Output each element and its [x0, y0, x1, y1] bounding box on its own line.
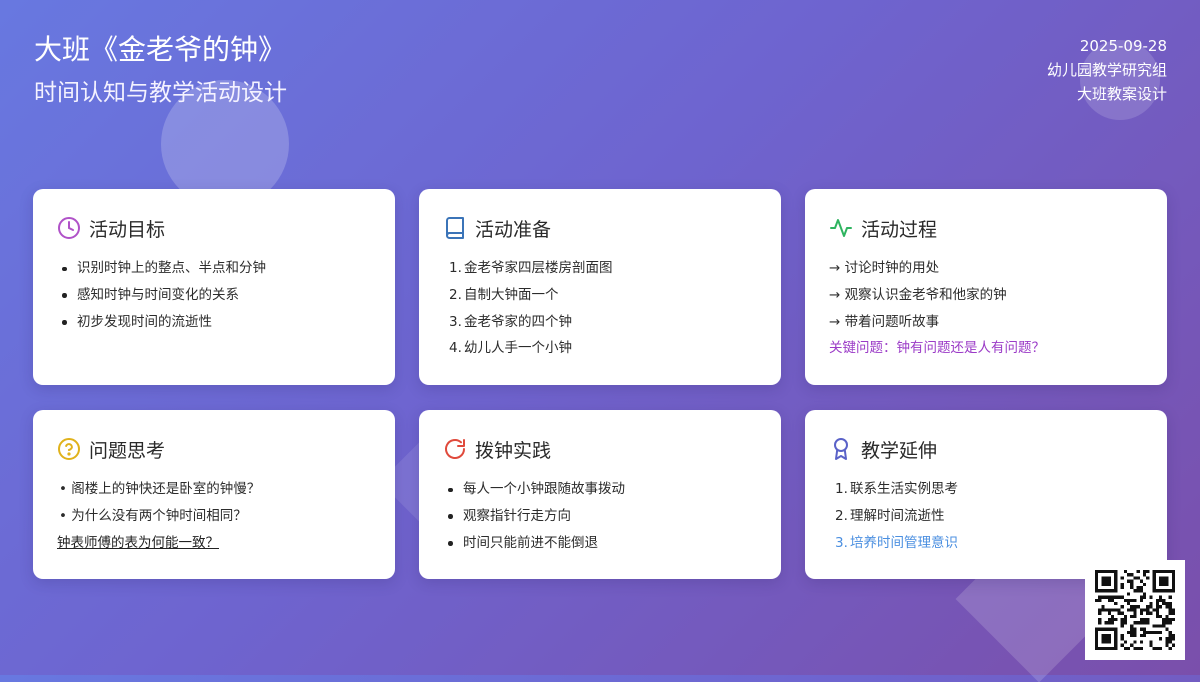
list-item: 时间只能前进不能倒退 [443, 530, 757, 557]
card-goals: 活动目标 识别时钟上的整点、半点和分钟 感知时钟与时间变化的关系 初步发现时间的… [33, 189, 395, 385]
list-item: 1. 金老爷家四层楼房剖面图 [449, 260, 613, 276]
rotate-icon [443, 437, 467, 461]
list-item: → 讨论时钟的用处 [829, 260, 940, 276]
card-prep: 活动准备 1. 金老爷家四层楼房剖面图 2. 自制大钟面一个 3. 金老爷家的四个钟 … [419, 189, 781, 385]
list-item: 感知时钟与时间变化的关系 [57, 282, 371, 309]
book-icon [443, 216, 467, 240]
card-title: 活动过程 [861, 218, 938, 241]
list-item: • 为什么没有两个钟时间相同？ [59, 507, 247, 524]
award-icon [829, 437, 853, 461]
list-item: 4. 幼儿人手一个小钟 [449, 340, 572, 357]
date-text: 2025-09-28 [1079, 37, 1167, 55]
card-title: 教学延伸 [861, 439, 938, 462]
list-item: 初步发现时间的流逝性 [57, 309, 371, 336]
list-item: 观察指针行走方向 [443, 503, 757, 530]
list-item: 2. 理解时间流逝性 [835, 507, 945, 524]
question-circle-icon [57, 437, 81, 461]
org-text: 幼儿园教学研究组 [1046, 61, 1167, 79]
process-list: → 讨论时钟的用处 → 观察认识金老爷和他家的钟 → 带着问题听故事 关键问题：… [829, 255, 1143, 362]
list-item: 1. 联系生活实例思考 [835, 481, 958, 497]
key-question: 关键问题：钟有问题还是人有问题？ [829, 340, 1045, 357]
card-process: 活动过程 → 讨论时钟的用处 → 观察认识金老爷和他家的钟 → 带着问题听故事 … [805, 189, 1167, 385]
card-practice: 拨钟实践 每人一个小钟跟随故事拨动 观察指针行走方向 时间只能前进不能倒退 [419, 410, 781, 579]
list-item: → 带着问题听故事 [829, 313, 940, 330]
list-item: 识别时钟上的整点、半点和分钟 [57, 255, 371, 282]
clock-icon [57, 216, 81, 240]
prep-list: 1. 金老爷家四层楼房剖面图 2. 自制大钟面一个 3. 金老爷家的四个钟 4. 幼儿人… [443, 255, 757, 362]
qr-code-icon [1085, 560, 1185, 660]
list-item: 每人一个小钟跟随故事拨动 [443, 476, 757, 503]
list-item-highlight: 3. 培养时间管理意识 [835, 534, 958, 551]
list-item: → 观察认识金老爷和他家的钟 [829, 286, 1007, 303]
page-title: 大班《金老爷的钟》 [34, 33, 287, 66]
question-link[interactable]: 钟表师傅的表为何能一致？ [57, 535, 219, 551]
page-subtitle: 时间认知与教学活动设计 [34, 80, 287, 106]
card-questions: 问题思考 • 阁楼上的钟快还是卧室的钟慢？ • 为什么没有两个钟时间相同？ 钟表… [33, 410, 395, 579]
list-item: 2. 自制大钟面一个 [449, 286, 559, 303]
list-item: • 阁楼上的钟快还是卧室的钟慢？ [59, 481, 261, 497]
header: 大班《金老爷的钟》 时间认知与教学活动设计 [34, 30, 287, 110]
card-title: 问题思考 [89, 439, 166, 462]
card-title: 活动准备 [475, 218, 552, 241]
questions-list: • 阁楼上的钟快还是卧室的钟慢？ • 为什么没有两个钟时间相同？ 钟表师傅的表为… [57, 476, 371, 556]
list-item: 3. 金老爷家的四个钟 [449, 313, 572, 330]
header-meta: 2025-09-28 幼儿园教学研究组 大班教案设计 [1047, 34, 1167, 106]
activity-icon [829, 216, 853, 240]
extension-list: 1. 联系生活实例思考 2. 理解时间流逝性 3. 培养时间管理意识 [829, 476, 1143, 556]
goals-list: 识别时钟上的整点、半点和分钟 感知时钟与时间变化的关系 初步发现时间的流逝性 [57, 255, 371, 335]
card-title: 活动目标 [89, 218, 166, 241]
doc-type-text: 大班教案设计 [1076, 85, 1167, 103]
card-extension: 教学延伸 1. 联系生活实例思考 2. 理解时间流逝性 3. 培养时间管理意识 [805, 410, 1167, 579]
practice-list: 每人一个小钟跟随故事拨动 观察指针行走方向 时间只能前进不能倒退 [443, 476, 757, 556]
card-title: 拨钟实践 [475, 439, 552, 462]
